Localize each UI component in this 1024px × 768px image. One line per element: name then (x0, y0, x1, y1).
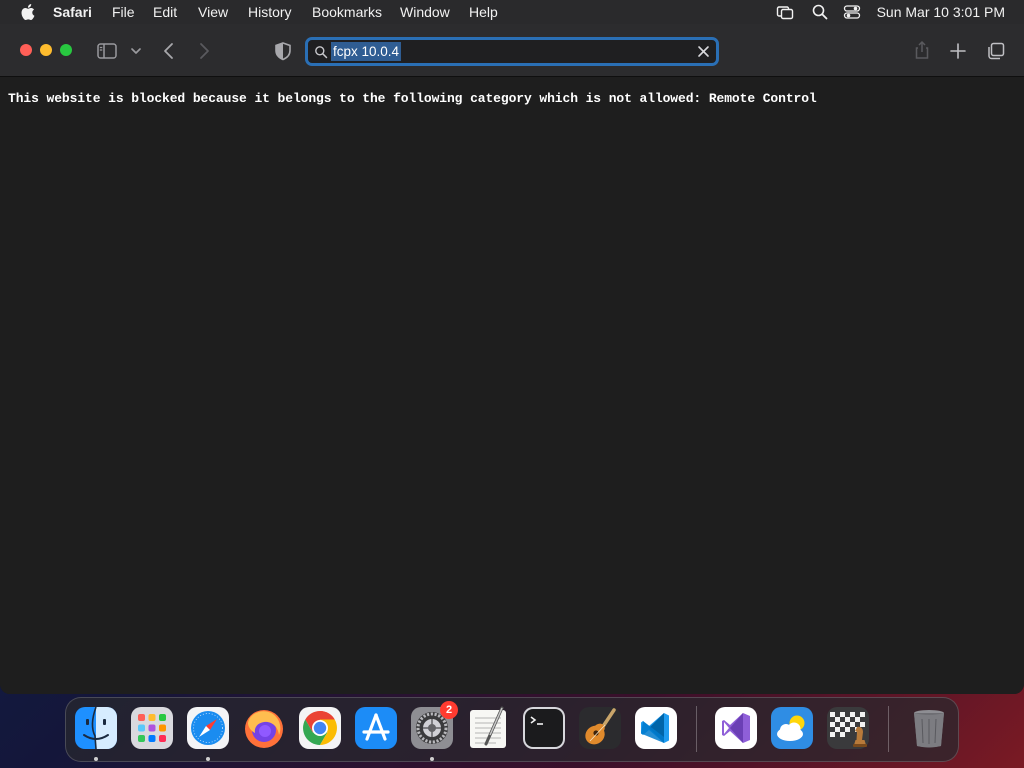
terminal-icon (523, 707, 565, 749)
search-icon (315, 46, 328, 59)
dock-separator (888, 706, 889, 752)
clear-address-icon[interactable] (696, 44, 711, 59)
sidebar-toggle-icon[interactable] (96, 40, 118, 62)
dock-trash[interactable] (907, 706, 951, 750)
visual-studio-icon (715, 707, 757, 749)
screen-mirroring-icon[interactable] (776, 3, 794, 21)
vscode-icon (635, 707, 677, 749)
launchpad-icon (131, 707, 173, 749)
address-input[interactable]: fcpx 10.0.4 (331, 42, 402, 61)
finder-icon (75, 706, 117, 750)
tab-group-chevron-icon[interactable] (125, 40, 147, 62)
dock-garageband[interactable] (578, 706, 622, 750)
dock-finder[interactable] (74, 706, 118, 750)
address-bar[interactable]: fcpx 10.0.4 (305, 37, 719, 66)
dock: 2 (65, 697, 959, 762)
dock-chrome[interactable] (298, 706, 342, 750)
control-center-icon[interactable] (843, 3, 861, 21)
menu-app-name[interactable]: Safari (53, 3, 92, 21)
weather-icon (771, 707, 813, 749)
textedit-icon (470, 706, 506, 748)
menu-bar: Safari File Edit View History Bookmarks … (0, 0, 1024, 24)
chrome-icon (299, 707, 341, 749)
blocked-message: This website is blocked because it belon… (8, 91, 817, 106)
dock-safari[interactable] (186, 706, 230, 750)
firefox-icon (245, 710, 283, 748)
apple-menu-icon[interactable] (19, 3, 35, 21)
web-content: This website is blocked because it belon… (0, 77, 1024, 694)
forward-button-icon[interactable] (193, 40, 215, 62)
trash-icon (914, 710, 944, 748)
menu-edit[interactable]: Edit (153, 3, 177, 21)
dock-chess[interactable] (826, 706, 870, 750)
safari-icon (187, 707, 229, 749)
app-store-icon (355, 707, 397, 749)
safari-window: fcpx 10.0.4 This website is blocked beca… (0, 24, 1024, 694)
share-icon[interactable] (911, 39, 933, 61)
notification-badge: 2 (440, 701, 458, 719)
minimize-window-button[interactable] (40, 44, 52, 56)
zoom-window-button[interactable] (60, 44, 72, 56)
menu-bookmarks[interactable]: Bookmarks (312, 3, 382, 21)
menu-view[interactable]: View (198, 3, 228, 21)
dock-launchpad[interactable] (130, 706, 174, 750)
dock-firefox[interactable] (242, 706, 286, 750)
dock-weather[interactable] (770, 706, 814, 750)
running-indicator (94, 757, 98, 761)
menu-help[interactable]: Help (469, 3, 498, 21)
tab-overview-icon[interactable] (985, 40, 1007, 62)
dock-textedit[interactable] (466, 706, 510, 750)
dock-vscode[interactable] (634, 706, 678, 750)
dock-visual-studio[interactable] (714, 706, 758, 750)
chess-icon (827, 707, 869, 749)
spotlight-search-icon[interactable] (811, 3, 829, 21)
dock-app-store[interactable] (354, 706, 398, 750)
menu-history[interactable]: History (248, 3, 292, 21)
garageband-icon (579, 707, 621, 749)
new-tab-icon[interactable] (947, 40, 969, 62)
close-window-button[interactable] (20, 44, 32, 56)
dock-separator (696, 706, 697, 752)
menu-bar-clock[interactable]: Sun Mar 10 3:01 PM (877, 3, 1005, 21)
privacy-shield-icon[interactable] (272, 40, 294, 62)
running-indicator (206, 757, 210, 761)
running-indicator (430, 757, 434, 761)
dock-system-settings[interactable]: 2 (410, 701, 458, 750)
menu-window[interactable]: Window (400, 3, 450, 21)
safari-toolbar: fcpx 10.0.4 (0, 24, 1024, 77)
back-button-icon[interactable] (158, 40, 180, 62)
menu-file[interactable]: File (112, 3, 135, 21)
dock-terminal[interactable] (522, 706, 566, 750)
